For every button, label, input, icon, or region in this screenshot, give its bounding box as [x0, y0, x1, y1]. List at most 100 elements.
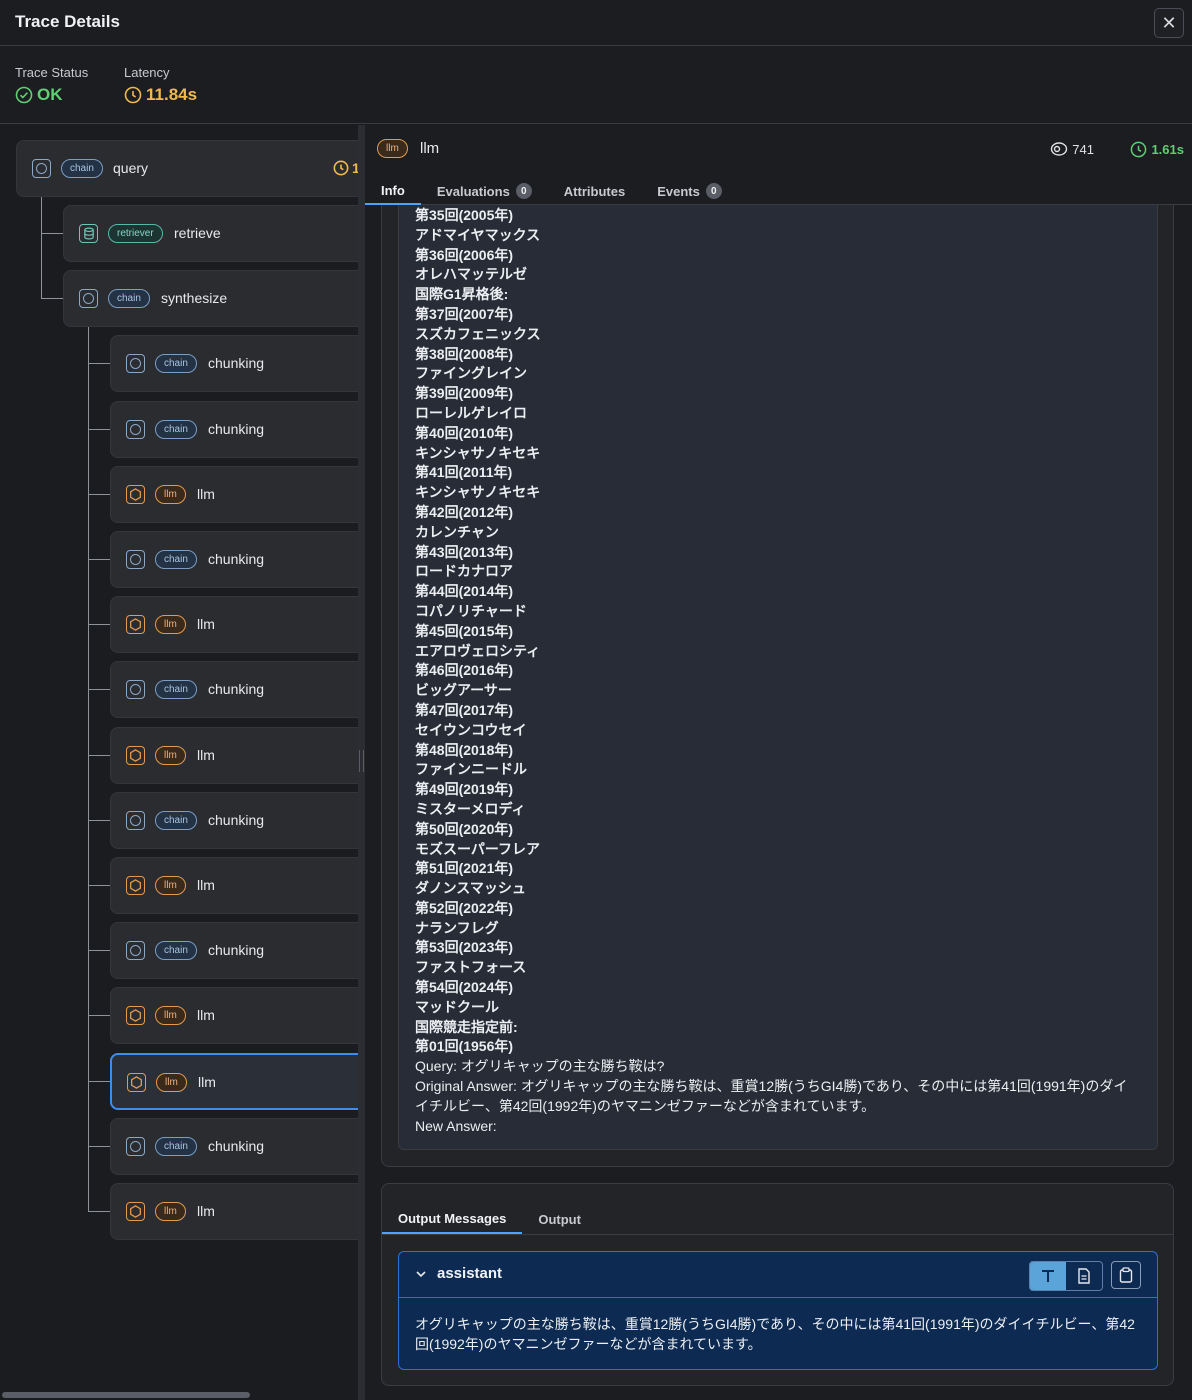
- tree-node-llm[interactable]: llm llm: [110, 1183, 358, 1240]
- input-text-line: オレハマッテルゼ: [415, 266, 527, 283]
- span-name: chunking: [208, 421, 265, 437]
- tab-events[interactable]: Events 0: [641, 177, 738, 205]
- chain-icon: [32, 159, 51, 178]
- input-text-line: 第40回(2010年): [415, 424, 514, 441]
- trace-summary: Trace Status OK Latency 11.84s: [0, 46, 1192, 124]
- span-kind-badge: llm: [155, 485, 186, 504]
- span-kind-badge: llm: [377, 139, 408, 158]
- new-answer-line: New Answer:: [415, 1117, 497, 1134]
- tab-info[interactable]: Info: [365, 177, 421, 205]
- horizontal-scrollbar[interactable]: [2, 1392, 250, 1398]
- collapse-toggle[interactable]: assistant: [415, 1265, 502, 1282]
- document-icon: [1078, 1268, 1090, 1284]
- tab-output-messages[interactable]: Output Messages: [382, 1204, 523, 1234]
- tree-connector: [88, 307, 89, 1211]
- close-button[interactable]: ✕: [1154, 8, 1184, 38]
- input-text-line: 第39回(2009年): [415, 385, 514, 402]
- span-latency: 1: [333, 160, 358, 176]
- span-kind-badge: retriever: [108, 224, 163, 243]
- span-kind-badge: llm: [155, 615, 186, 634]
- chain-icon: [126, 420, 145, 439]
- input-text-line: モズスーパーフレア: [415, 840, 541, 857]
- span-name: llm: [197, 1203, 215, 1219]
- llm-icon: [126, 876, 145, 895]
- input-text-line: 第52回(2022年): [415, 899, 514, 916]
- tree-node-query[interactable]: chain query 1: [16, 140, 358, 197]
- span-kind-badge: chain: [108, 289, 150, 308]
- tree-node-llm[interactable]: llm llm: [110, 987, 358, 1044]
- span-kind-badge: llm: [155, 876, 186, 895]
- span-name: llm: [197, 1007, 215, 1023]
- span-kind-badge: chain: [155, 811, 197, 830]
- markdown-view-button[interactable]: [1066, 1262, 1102, 1290]
- input-text-line: 第42回(2012年): [415, 503, 514, 520]
- clock-icon: [124, 86, 142, 104]
- input-message-content[interactable]: 第35回(2005年) アドマイヤマックス 第36回(2006年) オレハマッテルゼ国…: [398, 205, 1158, 1150]
- output-card: Output Messages Output assistant オグリキャップ…: [381, 1183, 1174, 1386]
- message-toolbar: [1029, 1261, 1141, 1291]
- text-icon: [1042, 1270, 1054, 1282]
- span-name: chunking: [208, 551, 265, 567]
- tab-attributes[interactable]: Attributes: [548, 177, 641, 205]
- tree-node-chunking[interactable]: chain chunking: [110, 922, 358, 979]
- tree-node-chunking[interactable]: chain chunking: [110, 531, 358, 588]
- tree-node-llm[interactable]: llm llm: [110, 727, 358, 784]
- input-text-line: 国際競走指定前:: [415, 1018, 518, 1035]
- message-role: assistant: [437, 1265, 503, 1282]
- count-badge: 0: [705, 183, 722, 199]
- chain-icon: [126, 1137, 145, 1156]
- text-view-button[interactable]: [1030, 1262, 1066, 1290]
- input-text-line: ダノンスマッシュ: [415, 880, 526, 897]
- tree-node-llm[interactable]: llm llm: [110, 466, 358, 523]
- chain-icon: [126, 354, 145, 373]
- span-name: query: [113, 160, 149, 176]
- input-text-line: ファイングレイン: [415, 365, 527, 382]
- chain-icon: [126, 811, 145, 830]
- trace-status: Trace Status OK: [15, 65, 88, 105]
- input-text-line: セイウンコウセイ: [415, 721, 527, 738]
- span-kind-badge: llm: [155, 1202, 186, 1221]
- tree-node-chunking[interactable]: chain chunking: [110, 401, 358, 458]
- input-text-line: 第48回(2018年): [415, 741, 514, 758]
- tab-evaluations[interactable]: Evaluations 0: [421, 177, 548, 205]
- original-answer-line: Original Answer: オグリキャップの主な勝ち鞍は、重賞12勝(うち…: [415, 1078, 1128, 1114]
- database-icon: [79, 224, 98, 243]
- input-text-line: アドマイヤマックス: [415, 226, 541, 243]
- tree-node-chunking[interactable]: chain chunking: [110, 661, 358, 718]
- span-name: llm: [197, 486, 215, 502]
- input-text-line: 第44回(2014年): [415, 583, 514, 600]
- dialog-title: Trace Details: [15, 12, 120, 31]
- input-text-line: カレンチャン: [415, 523, 499, 540]
- span-kind-badge: chain: [155, 680, 197, 699]
- tab-output[interactable]: Output: [522, 1204, 597, 1234]
- tree-node-chunking[interactable]: chain chunking: [110, 1118, 358, 1175]
- llm-icon: [127, 1073, 146, 1092]
- span-name: chunking: [208, 812, 265, 828]
- tree-node-llm[interactable]: llm llm: [110, 857, 358, 914]
- input-text-line: ローレルゲレイロ: [415, 404, 527, 421]
- tree-node-llm[interactable]: llm llm: [110, 1053, 358, 1110]
- tree-node-llm[interactable]: llm llm: [110, 596, 358, 653]
- input-text-line: 第36回(2006年): [415, 246, 514, 263]
- span-name: llm: [197, 877, 215, 893]
- input-text-line: 第45回(2015年): [415, 622, 514, 639]
- input-text-line: ファインニードル: [415, 761, 527, 778]
- message-header: assistant: [399, 1252, 1157, 1298]
- llm-icon: [126, 485, 145, 504]
- input-text-line: ミスターメロディ: [415, 800, 526, 817]
- copy-button[interactable]: [1111, 1261, 1141, 1289]
- input-text-line: 第01回(1956年): [415, 1038, 514, 1055]
- pane-resize-handle[interactable]: [358, 125, 365, 1400]
- tree-node-chunking[interactable]: chain chunking: [110, 792, 358, 849]
- close-icon: ✕: [1161, 12, 1177, 33]
- query-line: Query: オグリキャップの主な勝ち鞍は?: [415, 1058, 665, 1075]
- chain-icon: [79, 289, 98, 308]
- span-name: chunking: [208, 1138, 265, 1154]
- chain-icon: [126, 550, 145, 569]
- span-duration: 1.61s: [1130, 141, 1184, 158]
- tree-node-retrieve[interactable]: retriever retrieve: [63, 205, 358, 262]
- tree-node-chunking[interactable]: chain chunking: [110, 335, 358, 392]
- span-kind-badge: chain: [155, 941, 197, 960]
- span-header: llm llm 741 1.61s Info Evaluations 0 Attr…: [365, 125, 1192, 205]
- tree-node-synthesize[interactable]: chain synthesize: [63, 270, 358, 327]
